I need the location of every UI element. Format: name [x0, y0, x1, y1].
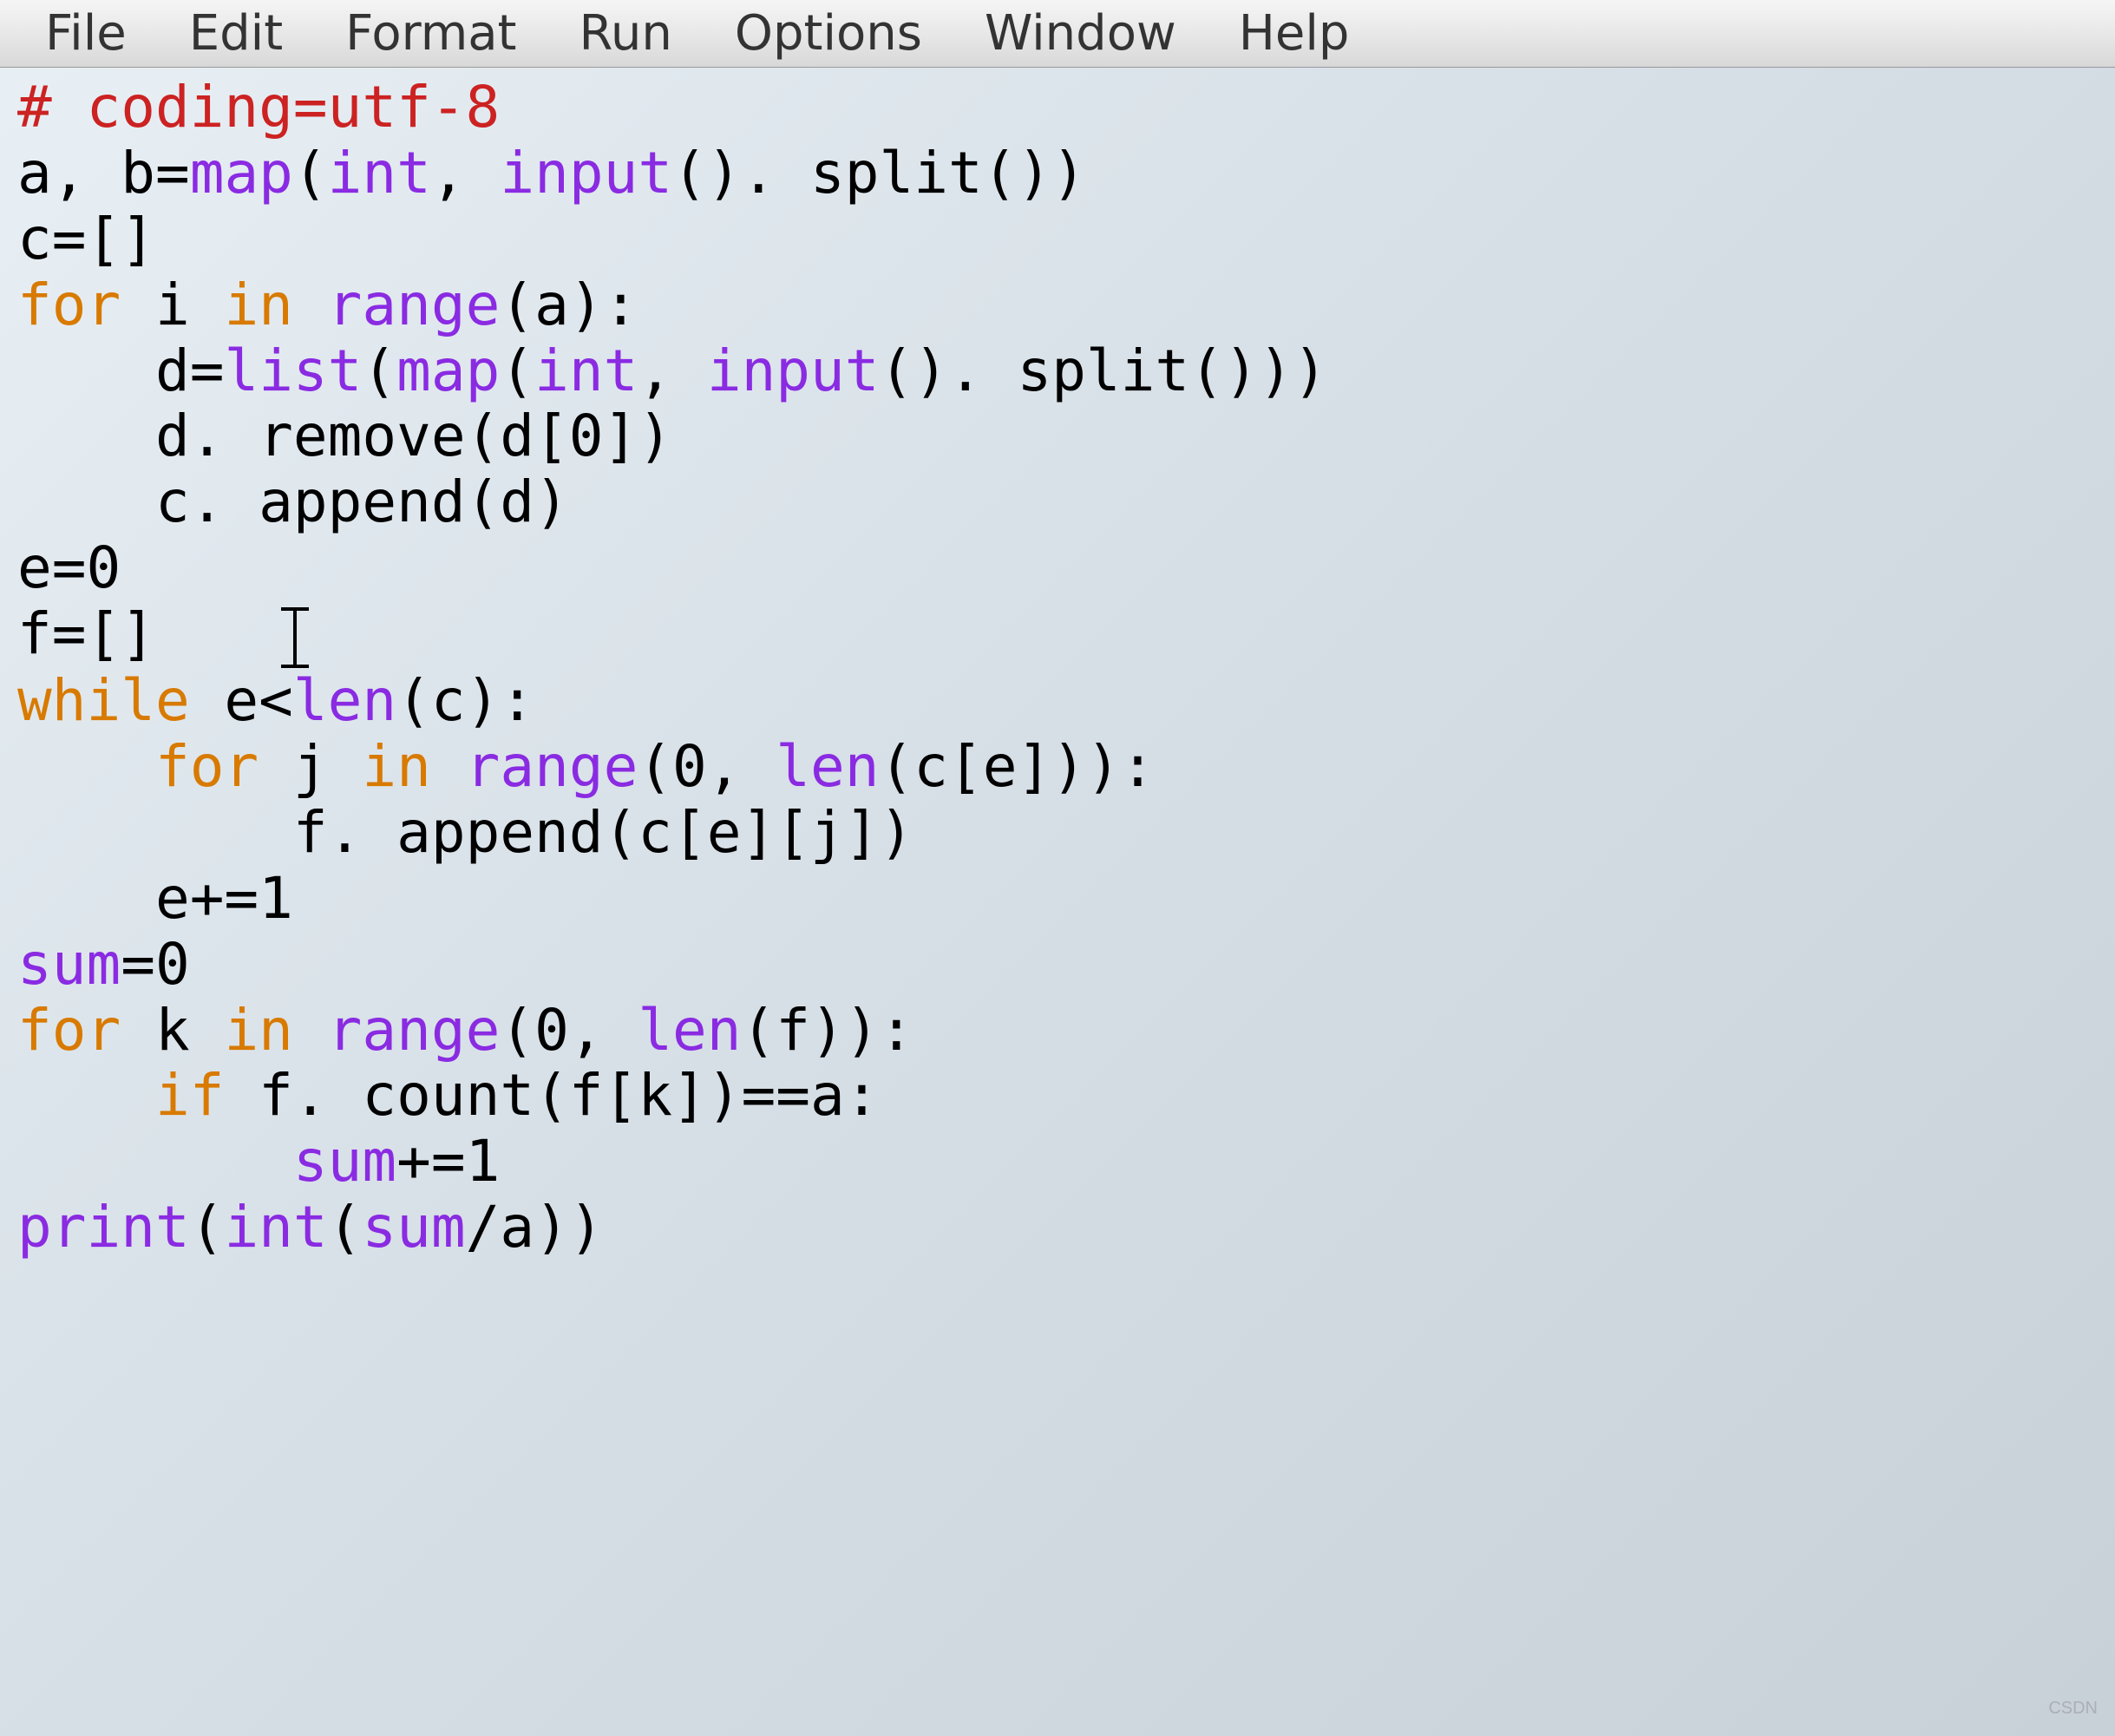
code-line: sum+=1 [17, 1129, 2098, 1195]
text-cursor-icon [293, 607, 297, 668]
menu-item-run[interactable]: Run [548, 0, 704, 67]
code-line: print(int(sum/a)) [17, 1195, 2098, 1261]
menu-item-window[interactable]: Window [953, 0, 1208, 67]
code-line: f=[] [17, 601, 2098, 668]
code-line: for i in range(a): [17, 272, 2098, 338]
code-line: c. append(d) [17, 469, 2098, 535]
code-line: d. remove(d[0]) [17, 403, 2098, 469]
menu-bar: FileEditFormatRunOptionsWindowHelp [0, 0, 2115, 68]
code-line: e=0 [17, 535, 2098, 601]
code-line: for k in range(0, len(f)): [17, 998, 2098, 1064]
menu-item-options[interactable]: Options [704, 0, 953, 67]
menu-item-help[interactable]: Help [1208, 0, 1381, 67]
code-line: for j in range(0, len(c[e])): [17, 734, 2098, 800]
code-line: sum=0 [17, 932, 2098, 998]
code-line: # coding=utf-8 [17, 75, 2098, 141]
code-line: a, b=map(int, input(). split()) [17, 141, 2098, 206]
code-line: e+=1 [17, 866, 2098, 932]
code-line: c=[] [17, 206, 2098, 272]
menu-item-file[interactable]: File [14, 0, 158, 67]
code-line: if f. count(f[k])==a: [17, 1063, 2098, 1129]
code-line: f. append(c[e][j]) [17, 800, 2098, 866]
menu-item-format[interactable]: Format [314, 0, 547, 67]
menu-item-edit[interactable]: Edit [158, 0, 314, 67]
watermark: CSDN [2048, 1699, 2098, 1719]
code-line: d=list(map(int, input(). split())) [17, 338, 2098, 404]
code-line: while e<len(c): [17, 668, 2098, 734]
code-editor[interactable]: # coding=utf-8a, b=map(int, input(). spl… [0, 68, 2115, 1268]
